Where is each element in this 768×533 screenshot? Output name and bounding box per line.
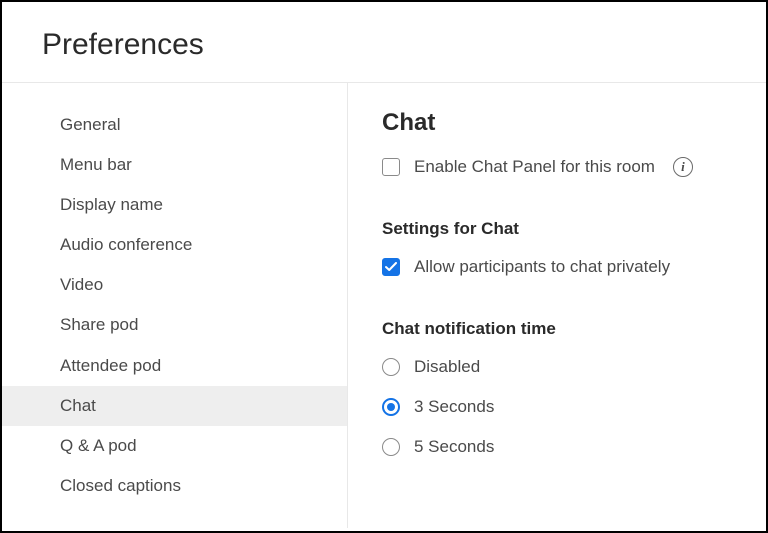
sidebar-item-q-a-pod[interactable]: Q & A pod: [2, 426, 347, 466]
notification-radio[interactable]: [382, 438, 400, 456]
sidebar-item-chat[interactable]: Chat: [2, 386, 347, 426]
sidebar-item-share-pod[interactable]: Share pod: [2, 305, 347, 345]
allow-private-checkbox[interactable]: [382, 258, 400, 276]
notification-option-5-seconds[interactable]: 5 Seconds: [382, 437, 736, 457]
page-title: Preferences: [42, 28, 766, 62]
allow-private-label: Allow participants to chat privately: [414, 257, 670, 277]
allow-private-row[interactable]: Allow participants to chat privately: [382, 257, 736, 277]
sidebar-item-audio-conference[interactable]: Audio conference: [2, 225, 347, 265]
notification-time-label: Chat notification time: [382, 319, 736, 339]
sidebar-item-display-name[interactable]: Display name: [2, 185, 347, 225]
sidebar-item-menu-bar[interactable]: Menu bar: [2, 145, 347, 185]
sidebar-item-general[interactable]: General: [2, 105, 347, 145]
notification-option-3-seconds[interactable]: 3 Seconds: [382, 397, 736, 417]
info-icon[interactable]: i: [673, 157, 693, 177]
sidebar-item-video[interactable]: Video: [2, 265, 347, 305]
sidebar: GeneralMenu barDisplay nameAudio confere…: [2, 83, 348, 528]
notification-radio-label: 3 Seconds: [414, 397, 494, 417]
header: Preferences: [2, 2, 766, 83]
enable-chat-panel-checkbox[interactable]: [382, 158, 400, 176]
main-panel: Chat Enable Chat Panel for this room i S…: [348, 83, 766, 528]
notification-option-disabled[interactable]: Disabled: [382, 357, 736, 377]
settings-for-chat-label: Settings for Chat: [382, 219, 736, 239]
enable-chat-panel-row[interactable]: Enable Chat Panel for this room i: [382, 157, 736, 177]
sidebar-item-closed-captions[interactable]: Closed captions: [2, 466, 347, 506]
enable-chat-panel-label: Enable Chat Panel for this room: [414, 157, 655, 177]
main-title: Chat: [382, 109, 736, 137]
notification-radio[interactable]: [382, 398, 400, 416]
notification-radio-label: Disabled: [414, 357, 480, 377]
sidebar-item-attendee-pod[interactable]: Attendee pod: [2, 346, 347, 386]
notification-radio[interactable]: [382, 358, 400, 376]
notification-radio-label: 5 Seconds: [414, 437, 494, 457]
